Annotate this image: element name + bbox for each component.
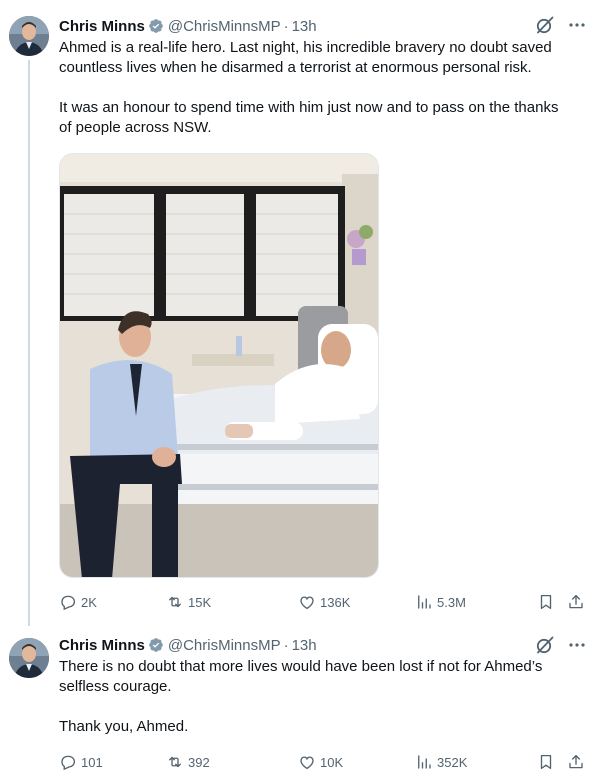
tweet-text-line: of people across NSW. (59, 119, 212, 136)
like-count: 136K (320, 594, 351, 610)
tweet-1[interactable]: Chris Minns @ChrisMinnsMP · 13h Ahmed is… (0, 0, 597, 626)
share-icon (569, 594, 583, 609)
avatar[interactable] (9, 16, 49, 56)
hospital-photo (60, 154, 378, 577)
avatar[interactable] (9, 638, 49, 678)
views-button[interactable]: 352K (415, 752, 467, 772)
repost-icon (169, 756, 181, 768)
share-icon (569, 754, 583, 769)
timestamp[interactable]: 13h (292, 18, 317, 35)
views-count: 352K (437, 754, 468, 770)
views-count: 5.3M (437, 594, 466, 610)
tweet-2[interactable]: Chris Minns @ChrisMinnsMP · 13h There is… (0, 626, 597, 784)
bookmark-button[interactable] (537, 752, 555, 772)
verified-badge-icon (149, 638, 163, 652)
repost-button[interactable]: 392 (166, 752, 210, 772)
reply-button[interactable]: 2K (59, 592, 97, 612)
verified-badge-icon (149, 19, 163, 33)
reply-count: 101 (81, 754, 103, 770)
views-icon (418, 595, 431, 609)
like-button[interactable]: 136K (298, 592, 350, 612)
repost-count: 392 (188, 754, 210, 770)
timestamp[interactable]: 13h (292, 637, 317, 654)
tweet-top-actions (535, 15, 587, 35)
author-name[interactable]: Chris Minns (59, 18, 145, 35)
author-handle[interactable]: @ChrisMinnsMP (168, 18, 281, 35)
tweet-top-actions (535, 635, 587, 655)
tweet-header: Chris Minns @ChrisMinnsMP · 13h (59, 635, 317, 655)
tweet-text-line: Ahmed is a real-life hero. Last night, h… (59, 39, 552, 56)
like-icon (300, 756, 314, 770)
like-button[interactable]: 10K (298, 752, 343, 772)
grok-icon[interactable] (535, 15, 555, 35)
tweet-text-line: It was an honour to spend time with him … (59, 99, 559, 116)
grok-icon[interactable] (535, 635, 555, 655)
author-handle[interactable]: @ChrisMinnsMP (168, 637, 281, 654)
share-button[interactable] (567, 752, 585, 772)
author-name[interactable]: Chris Minns (59, 637, 145, 654)
tweet-text-line: Thank you, Ahmed. (59, 718, 189, 735)
bookmark-icon (540, 754, 552, 770)
share-button[interactable] (567, 592, 585, 612)
reply-count: 2K (81, 594, 97, 610)
more-icon[interactable] (567, 635, 587, 655)
repost-count: 15K (188, 594, 212, 610)
tweet-photo[interactable] (59, 153, 379, 578)
tweet-header: Chris Minns @ChrisMinnsMP · 13h (59, 16, 317, 36)
reply-icon (61, 595, 76, 611)
bookmark-button[interactable] (537, 592, 555, 612)
tweet-text: Ahmed is a real-life hero. Last night, h… (59, 38, 589, 138)
repost-button[interactable]: 15K (166, 592, 211, 612)
views-icon (418, 755, 431, 769)
reply-icon (61, 755, 76, 771)
separator: · (283, 17, 289, 35)
reply-button[interactable]: 101 (59, 752, 103, 772)
separator: · (283, 636, 289, 654)
bookmark-icon (540, 594, 552, 610)
tweet-text-line: There is no doubt that more lives would … (59, 658, 543, 675)
more-icon[interactable] (567, 15, 587, 35)
like-icon (300, 596, 314, 610)
tweet-text-line: countless lives when he disarmed a terro… (59, 59, 532, 76)
like-count: 10K (320, 754, 344, 770)
tweet-text: There is no doubt that more lives would … (59, 657, 589, 737)
tweet-actions: 101 392 10K 352K (59, 752, 589, 772)
repost-icon (169, 596, 181, 608)
tweet-text-line: selfless courage. (59, 678, 172, 695)
tweet-actions: 2K 15K 136K 5.3M (59, 592, 589, 612)
views-button[interactable]: 5.3M (415, 592, 466, 612)
